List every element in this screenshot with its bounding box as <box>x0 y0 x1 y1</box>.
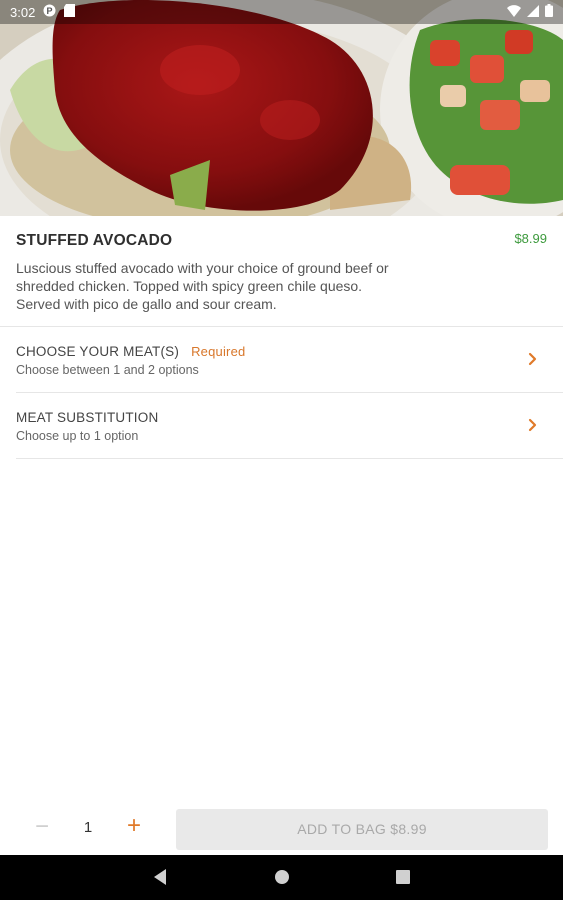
add-to-bag-button[interactable]: ADD TO BAG $8.99 <box>176 809 548 850</box>
notification-p-icon: P <box>43 4 56 20</box>
option-meat-substitution[interactable]: MEAT SUBSTITUTION Choose up to 1 option <box>16 393 563 459</box>
increase-quantity-button[interactable]: + <box>123 814 145 838</box>
required-badge: Required <box>191 344 246 359</box>
signal-icon <box>527 4 539 20</box>
option-title: CHOOSE YOUR MEAT(S) <box>16 344 180 359</box>
recents-icon[interactable] <box>395 868 411 891</box>
hero-image <box>0 0 563 216</box>
item-title: STUFFED AVOCADO <box>16 232 173 249</box>
status-time: 3:02 <box>10 4 36 20</box>
option-title: MEAT SUBSTITUTION <box>16 410 159 425</box>
stuffed-avocado-photo <box>0 0 563 216</box>
chevron-right-icon <box>525 351 541 367</box>
svg-text:P: P <box>47 6 53 16</box>
option-subtitle: Choose up to 1 option <box>16 429 139 443</box>
quantity-value: 1 <box>83 819 93 836</box>
option-subtitle: Choose between 1 and 2 options <box>16 363 199 377</box>
battery-icon <box>545 4 553 20</box>
item-description: Luscious stuffed avocado with your choic… <box>16 260 389 312</box>
status-bar: 3:02 P <box>0 0 563 24</box>
option-choose-meat[interactable]: CHOOSE YOUR MEAT(S) Required Choose betwe… <box>16 327 563 393</box>
chevron-right-icon <box>525 417 541 433</box>
item-details: STUFFED AVOCADO $8.99 Luscious stuffed a… <box>0 216 563 459</box>
home-icon[interactable] <box>274 868 290 891</box>
sd-card-icon <box>64 4 76 20</box>
item-price: $8.99 <box>514 231 547 246</box>
wifi-icon <box>507 4 521 20</box>
navigation-bar <box>0 855 563 900</box>
decrease-quantity-button[interactable]: − <box>31 815 53 839</box>
bottom-bar: − 1 + ADD TO BAG $8.99 <box>0 803 563 855</box>
back-icon[interactable] <box>152 868 168 891</box>
